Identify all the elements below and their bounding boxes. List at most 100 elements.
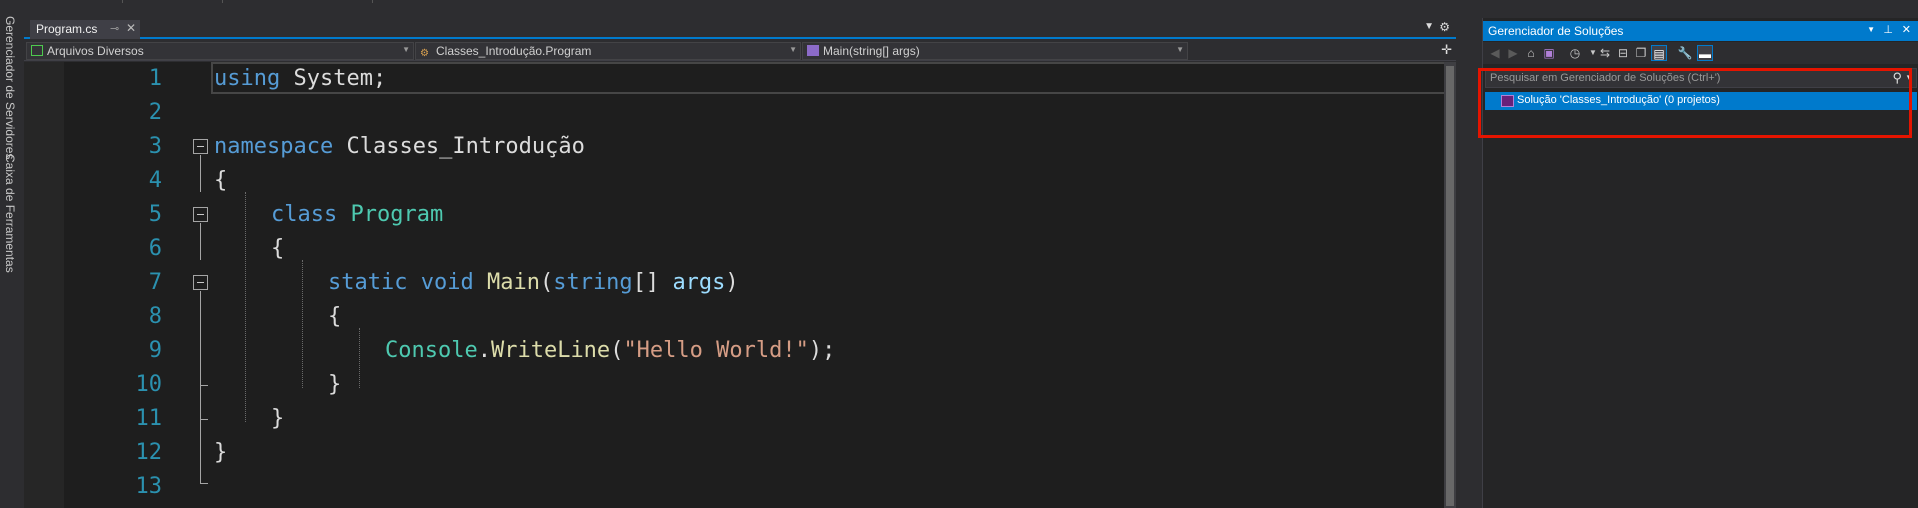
document-well: Program.cs ⊸ ✕ ▼ ⚙ Arquivos Diversos ▼ ⚙…: [24, 18, 1456, 508]
class-combo-label: Classes_Introdução.Program: [436, 44, 592, 58]
top-toolbar-remnant: [0, 0, 1918, 18]
code-text: {: [271, 236, 285, 261]
code-line: 3 namespace Classes_Introdução: [24, 130, 1444, 164]
line-number: 6: [148, 236, 162, 261]
code-line: 8 {: [24, 300, 1444, 334]
toolbar-separator: [222, 0, 223, 3]
line-number: 9: [148, 338, 162, 363]
close-icon[interactable]: ✕: [1902, 23, 1911, 36]
back-icon[interactable]: ◀: [1487, 45, 1503, 61]
code-text: }: [214, 440, 228, 465]
window-menu-icon[interactable]: ▼: [1867, 25, 1875, 34]
tab-program-cs[interactable]: Program.cs ⊸ ✕: [30, 20, 140, 39]
line-number: 5: [148, 202, 162, 227]
show-all-files-icon[interactable]: ▤: [1651, 45, 1667, 61]
code-line: 6 {: [24, 232, 1444, 266]
tab-label: Program.cs: [36, 22, 98, 36]
code-text: using System;: [214, 66, 387, 91]
chevron-down-icon: ▼: [789, 45, 797, 54]
visual-studio-window: Gerenciador de Servidores Caixa de Ferra…: [0, 0, 1918, 508]
project-combo[interactable]: Arquivos Diversos ▼: [26, 42, 414, 60]
close-icon[interactable]: ✕: [126, 21, 136, 35]
line-number: 8: [148, 304, 162, 329]
line-number: 1: [148, 66, 162, 91]
class-icon: ⚙: [420, 48, 429, 59]
chevron-down-icon: ▼: [402, 45, 410, 54]
line-number: 13: [135, 474, 163, 499]
toolbox-tab[interactable]: Caixa de Ferramentas: [3, 154, 17, 273]
line-number: 10: [135, 372, 163, 397]
indent-guide: [245, 192, 246, 422]
line-number: 12: [135, 440, 163, 465]
line-number: 4: [148, 168, 162, 193]
switch-views-icon[interactable]: ▣: [1541, 45, 1557, 61]
scrollbar-thumb[interactable]: [1446, 66, 1454, 506]
copy-icon[interactable]: ❐: [1633, 45, 1649, 61]
server-explorer-tab[interactable]: Gerenciador de Servidores: [3, 16, 17, 159]
outline-line: [200, 223, 201, 260]
toolbar-separator: [122, 0, 123, 3]
code-line: 9 Console.WriteLine("Hello World!");: [24, 334, 1444, 368]
outline-end: [200, 483, 208, 484]
method-icon: [807, 45, 819, 56]
current-line-highlight: [211, 62, 1448, 94]
code-editor[interactable]: 1 using System; 2 3 namespace Classes_In…: [24, 62, 1456, 508]
tab-list-dropdown-icon[interactable]: ▼: [1424, 21, 1434, 32]
highlight-annotation-box: [1478, 68, 1912, 138]
navigation-bar: Arquivos Diversos ▼ ⚙ Classes_Introdução.…: [24, 41, 1456, 61]
chevron-down-icon: ▼: [1176, 45, 1184, 54]
code-text: }: [328, 372, 342, 397]
document-tab-row: Program.cs ⊸ ✕ ▼ ⚙: [24, 18, 1456, 39]
collapse-namespace-icon[interactable]: [193, 139, 208, 154]
code-text: namespace Classes_Introdução: [214, 134, 585, 159]
code-line: 5 class Program: [24, 198, 1444, 232]
preview-selected-icon[interactable]: ▬: [1697, 45, 1713, 61]
outline-line: [200, 291, 201, 483]
code-text: Console.WriteLine("Hello World!");: [385, 338, 836, 363]
indent-guide: [359, 328, 360, 388]
code-line: 11 }: [24, 402, 1444, 436]
pin-icon[interactable]: ⊸: [110, 22, 119, 35]
code-text: static void Main(string[] args): [328, 270, 739, 295]
outline-line: [200, 155, 201, 192]
solution-explorer-toolbar: ◀ ▶ ⌂ ▣ ◷ ▼ ⇆ ⊟ ❐ ▤ 🔧 ▬: [1483, 42, 1918, 64]
properties-icon[interactable]: 🔧: [1677, 45, 1693, 61]
editor-vertical-scrollbar[interactable]: [1444, 62, 1456, 508]
outline-end: [200, 385, 208, 386]
sync-icon[interactable]: ⇆: [1597, 45, 1613, 61]
code-line: 13: [24, 470, 1444, 504]
code-line: 10 }: [24, 368, 1444, 402]
line-number: 11: [135, 406, 163, 431]
line-number: 7: [148, 270, 162, 295]
solution-explorer-title: Gerenciador de Soluções: [1488, 24, 1624, 38]
code-text: {: [214, 168, 228, 193]
line-number: 3: [148, 134, 162, 159]
pending-changes-filter-icon[interactable]: ◷: [1567, 45, 1583, 61]
code-text: class Program: [271, 202, 444, 227]
class-combo[interactable]: ⚙ Classes_Introdução.Program ▼: [415, 42, 801, 60]
line-number: 2: [148, 100, 162, 125]
code-line: 12 }: [24, 436, 1444, 470]
project-combo-label: Arquivos Diversos: [47, 44, 144, 58]
gear-icon[interactable]: ⚙: [1439, 20, 1450, 34]
member-combo-label: Main(string[] args): [823, 44, 920, 58]
code-line: 4 {: [24, 164, 1444, 198]
toolbar-separator: [372, 0, 373, 3]
forward-icon[interactable]: ▶: [1505, 45, 1521, 61]
member-combo[interactable]: Main(string[] args) ▼: [802, 42, 1188, 60]
project-icon: [31, 45, 43, 56]
code-text: {: [328, 304, 342, 329]
collapse-class-icon[interactable]: [193, 207, 208, 222]
solution-explorer-title-bar: Gerenciador de Soluções ▼ ⊥ ✕: [1483, 21, 1918, 41]
code-line: 2: [24, 96, 1444, 130]
indent-guide: [302, 260, 303, 388]
pin-icon[interactable]: ⊥: [1883, 23, 1893, 36]
outline-end: [200, 419, 208, 420]
home-icon[interactable]: ⌂: [1523, 45, 1539, 61]
split-window-icon[interactable]: ✛: [1441, 42, 1452, 58]
left-tool-strip: Gerenciador de Servidores Caixa de Ferra…: [0, 16, 24, 508]
code-line: 7 static void Main(string[] args): [24, 266, 1444, 300]
collapse-method-icon[interactable]: [193, 275, 208, 290]
code-text: }: [271, 406, 285, 431]
collapse-all-icon[interactable]: ⊟: [1615, 45, 1631, 61]
